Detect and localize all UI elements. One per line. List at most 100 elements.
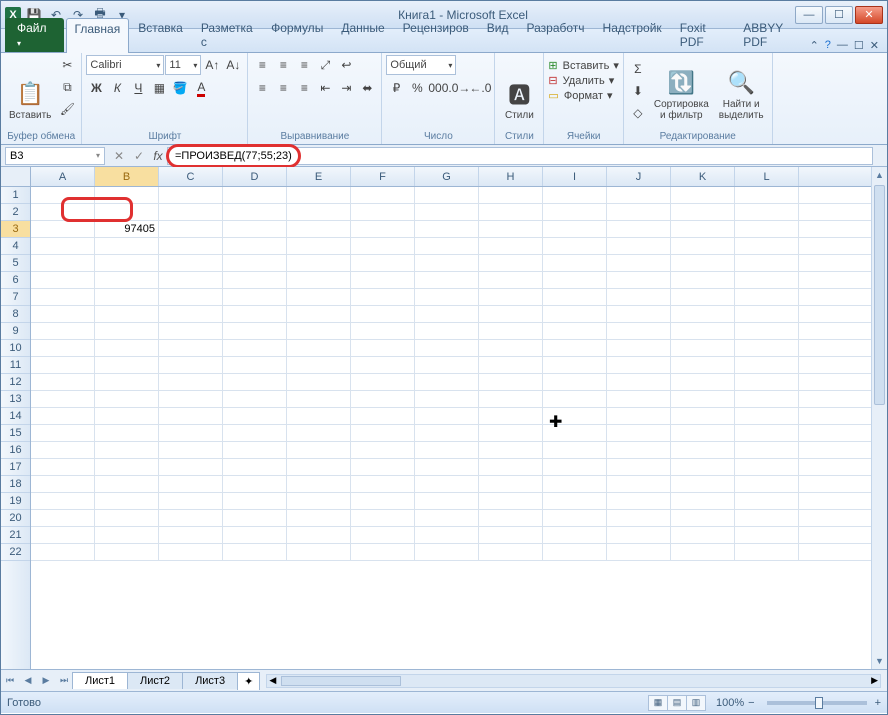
cell[interactable]	[671, 391, 735, 407]
cancel-formula-icon[interactable]: ✕	[109, 147, 129, 165]
cell[interactable]	[415, 221, 479, 237]
tab-надстройк[interactable]: Надстройк	[594, 17, 671, 52]
cell[interactable]	[223, 374, 287, 390]
cell[interactable]	[159, 527, 223, 543]
cell[interactable]	[735, 238, 799, 254]
row-header[interactable]: 8	[1, 306, 30, 323]
cell[interactable]	[287, 306, 351, 322]
cell[interactable]	[95, 187, 159, 203]
cell[interactable]	[543, 323, 607, 339]
cell[interactable]	[671, 459, 735, 475]
cell[interactable]	[415, 357, 479, 373]
cell[interactable]	[671, 340, 735, 356]
font-name-select[interactable]: Calibri▾	[86, 55, 164, 75]
cut-icon[interactable]: ✂	[57, 55, 77, 75]
decrease-indent-icon[interactable]: ⇤	[315, 78, 335, 98]
doc-close-icon[interactable]: ✕	[870, 39, 879, 52]
cell[interactable]	[671, 493, 735, 509]
increase-decimal-icon[interactable]: .0→	[449, 78, 469, 98]
scroll-right-icon[interactable]: ▶	[871, 675, 878, 686]
cell[interactable]	[351, 289, 415, 305]
cell[interactable]	[159, 255, 223, 271]
cell[interactable]	[735, 306, 799, 322]
cell[interactable]	[159, 357, 223, 373]
cell[interactable]	[223, 272, 287, 288]
row-header[interactable]: 17	[1, 459, 30, 476]
cell[interactable]	[287, 527, 351, 543]
clear-icon[interactable]: ◇	[628, 103, 648, 123]
row-headers[interactable]: 12345678910111213141516171819202122	[1, 187, 31, 669]
cell[interactable]	[159, 340, 223, 356]
tab-вставка[interactable]: Вставка	[129, 17, 192, 52]
row-header[interactable]: 9	[1, 323, 30, 340]
cell[interactable]	[543, 442, 607, 458]
cell[interactable]	[31, 238, 95, 254]
scroll-down-icon[interactable]: ▼	[872, 653, 887, 669]
cell[interactable]	[223, 221, 287, 237]
cell[interactable]	[543, 272, 607, 288]
cell[interactable]	[671, 221, 735, 237]
cell[interactable]	[543, 425, 607, 441]
cell[interactable]	[415, 408, 479, 424]
cell[interactable]	[31, 340, 95, 356]
cell[interactable]	[415, 374, 479, 390]
cell[interactable]	[735, 204, 799, 220]
cell[interactable]	[415, 425, 479, 441]
cell[interactable]	[31, 221, 95, 237]
cell[interactable]	[159, 391, 223, 407]
cell[interactable]	[31, 323, 95, 339]
cell[interactable]	[31, 476, 95, 492]
cell[interactable]	[287, 493, 351, 509]
column-header[interactable]: A	[31, 167, 95, 186]
cell[interactable]	[31, 442, 95, 458]
align-center-icon[interactable]: ≡	[273, 78, 293, 98]
cell[interactable]	[479, 255, 543, 271]
cell[interactable]	[159, 459, 223, 475]
cell[interactable]	[479, 408, 543, 424]
cell[interactable]	[735, 442, 799, 458]
cell[interactable]	[479, 357, 543, 373]
cell[interactable]	[223, 476, 287, 492]
row-header[interactable]: 21	[1, 527, 30, 544]
cell[interactable]	[415, 289, 479, 305]
align-left-icon[interactable]: ≡	[252, 78, 272, 98]
cell[interactable]	[287, 238, 351, 254]
cell[interactable]	[735, 425, 799, 441]
cell[interactable]	[223, 391, 287, 407]
cell[interactable]	[95, 238, 159, 254]
column-header[interactable]: G	[415, 167, 479, 186]
cell[interactable]	[543, 204, 607, 220]
cell[interactable]	[479, 510, 543, 526]
cell[interactable]	[223, 408, 287, 424]
cell[interactable]	[159, 238, 223, 254]
cell[interactable]	[31, 425, 95, 441]
copy-icon[interactable]: ⧉	[57, 77, 77, 97]
cell[interactable]	[95, 544, 159, 560]
cell[interactable]	[607, 340, 671, 356]
sheet-tab[interactable]: Лист3	[182, 672, 238, 689]
cell[interactable]	[159, 323, 223, 339]
cell[interactable]	[415, 527, 479, 543]
cell[interactable]	[159, 187, 223, 203]
cell[interactable]	[95, 408, 159, 424]
cell[interactable]	[351, 544, 415, 560]
cell[interactable]	[543, 493, 607, 509]
cell[interactable]	[479, 493, 543, 509]
cell[interactable]	[31, 544, 95, 560]
cell[interactable]	[735, 544, 799, 560]
cell[interactable]	[287, 510, 351, 526]
scroll-up-icon[interactable]: ▲	[872, 167, 887, 183]
cell[interactable]	[287, 425, 351, 441]
help-icon[interactable]: ?	[825, 39, 831, 52]
cell[interactable]	[735, 221, 799, 237]
cell[interactable]	[479, 425, 543, 441]
cell[interactable]	[543, 340, 607, 356]
cell[interactable]	[95, 340, 159, 356]
cell[interactable]	[223, 459, 287, 475]
cell[interactable]	[159, 221, 223, 237]
cell[interactable]	[543, 527, 607, 543]
cell[interactable]	[607, 442, 671, 458]
row-header[interactable]: 19	[1, 493, 30, 510]
cell[interactable]	[607, 374, 671, 390]
row-header[interactable]: 20	[1, 510, 30, 527]
